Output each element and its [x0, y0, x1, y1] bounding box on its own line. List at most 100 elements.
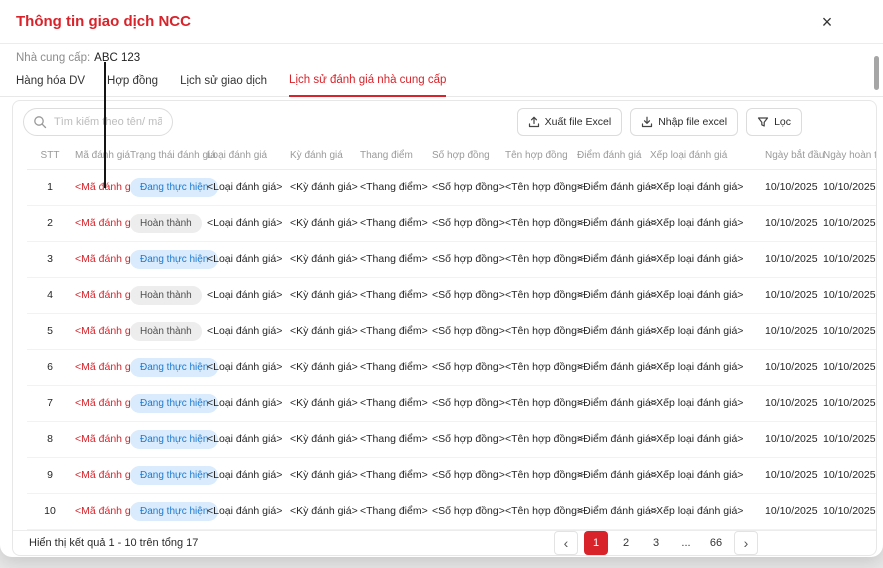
cell-start-date: 10/10/2025 [763, 205, 821, 241]
page-ellipsis: ... [674, 531, 698, 555]
status-badge: Đang thực hiện [130, 250, 218, 269]
cell-period: <Kỳ đánh giá> [288, 277, 358, 313]
cell-score: <Điểm đánh giá> [575, 457, 648, 493]
page-button-3[interactable]: 3 [644, 531, 668, 555]
cell-scale: <Thang điểm> [358, 205, 430, 241]
cell-code[interactable]: <Mã đánh giá> [73, 241, 128, 277]
cell-period: <Kỳ đánh giá> [288, 205, 358, 241]
cell-start-date: 10/10/2025 [763, 493, 821, 529]
cell-contract-name: <Tên hợp đồng> [503, 313, 575, 349]
search-icon [33, 115, 47, 129]
column-header: STT [27, 143, 73, 169]
tab-hang-hoa-dv[interactable]: Hàng hóa DV [16, 71, 85, 96]
status-badge: Đang thực hiện [130, 178, 218, 197]
cell-scale: <Thang điểm> [358, 349, 430, 385]
page-button-66[interactable]: 66 [704, 531, 728, 555]
cell-status: Đang thực hiện [128, 349, 205, 385]
table-row: 6<Mã đánh giá>Đang thực hiện<Loại đánh g… [27, 349, 876, 385]
cell-code[interactable]: <Mã đánh giá> [73, 493, 128, 529]
table-footer: Hiển thị kết quả 1 - 10 trên tổng 17 ‹12… [13, 530, 876, 556]
tab-hop-dong[interactable]: Hợp đồng [107, 71, 158, 96]
filter-icon [757, 116, 769, 128]
export-icon [528, 116, 540, 128]
cell-scale: <Thang điểm> [358, 385, 430, 421]
cell-type: <Loại đánh giá> [205, 169, 288, 205]
modal-header: Thông tin giao dịch NCC × [0, 0, 883, 44]
cell-score: <Điểm đánh giá> [575, 349, 648, 385]
column-header: Xếp loại đánh giá [648, 143, 763, 169]
table-row: 1<Mã đánh giá>Đang thực hiện<Loại đánh g… [27, 169, 876, 205]
cell-contract-name: <Tên hợp đồng> [503, 421, 575, 457]
cell-end-date: 10/10/2025 [821, 313, 876, 349]
cell-end-date: 10/10/2025 [821, 349, 876, 385]
cell-period: <Kỳ đánh giá> [288, 169, 358, 205]
column-header: Loại đánh giá [205, 143, 288, 169]
cell-score: <Điểm đánh giá> [575, 205, 648, 241]
cell-type: <Loại đánh giá> [205, 205, 288, 241]
filter-label: Lọc [774, 116, 791, 128]
scrollbar-thumb[interactable] [874, 56, 879, 90]
cell-contract-no: <Số hợp đồng> [430, 169, 503, 205]
cell-code[interactable]: <Mã đánh giá> [73, 421, 128, 457]
cell-stt: 5 [27, 313, 73, 349]
status-badge: Đang thực hiện [130, 466, 218, 485]
cell-period: <Kỳ đánh giá> [288, 385, 358, 421]
status-badge: Hoàn thành [130, 322, 202, 341]
cell-stt: 4 [27, 277, 73, 313]
cell-score: <Điểm đánh giá> [575, 385, 648, 421]
cell-scale: <Thang điểm> [358, 241, 430, 277]
cell-start-date: 10/10/2025 [763, 241, 821, 277]
cell-code[interactable]: <Mã đánh giá> [73, 457, 128, 493]
cell-code[interactable]: <Mã đánh giá> [73, 313, 128, 349]
cell-status: Đang thực hiện [128, 241, 205, 277]
tab-lich-su-giao-dich[interactable]: Lịch sử giao dịch [180, 71, 267, 96]
supplier-value: ABC 123 [94, 52, 140, 64]
cell-code[interactable]: <Mã đánh giá> [73, 205, 128, 241]
export-excel-label: Xuất file Excel [545, 116, 612, 128]
cell-stt: 2 [27, 205, 73, 241]
column-header: Điểm đánh giá [575, 143, 648, 169]
table-row: 2<Mã đánh giá>Hoàn thành<Loại đánh giá><… [27, 205, 876, 241]
cell-rating: <Xếp loại đánh giá> [648, 385, 763, 421]
cell-status: Đang thực hiện [128, 421, 205, 457]
close-icon[interactable]: × [815, 10, 839, 34]
tab-lich-su-danh-gia-ncc[interactable]: Lịch sử đánh giá nhà cung cấp [289, 70, 446, 97]
cell-contract-no: <Số hợp đồng> [430, 421, 503, 457]
cell-stt: 8 [27, 421, 73, 457]
supplier-transaction-modal: Thông tin giao dịch NCC × Nhà cung cấp:A… [0, 0, 883, 557]
export-excel-button[interactable]: Xuất file Excel [517, 108, 623, 136]
cell-contract-no: <Số hợp đồng> [430, 277, 503, 313]
cell-code[interactable]: <Mã đánh giá> [73, 277, 128, 313]
cell-end-date: 10/10/2025 [821, 205, 876, 241]
cell-contract-no: <Số hợp đồng> [430, 493, 503, 529]
cell-code[interactable]: <Mã đánh giá> [73, 169, 128, 205]
cell-start-date: 10/10/2025 [763, 421, 821, 457]
filter-button[interactable]: Lọc [746, 108, 802, 136]
cell-contract-name: <Tên hợp đồng> [503, 277, 575, 313]
next-page-button[interactable]: › [734, 531, 758, 555]
cell-type: <Loại đánh giá> [205, 277, 288, 313]
page-button-2[interactable]: 2 [614, 531, 638, 555]
supplier-row: Nhà cung cấp:ABC 123 [0, 44, 883, 64]
cell-status: Đang thực hiện [128, 457, 205, 493]
prev-page-button[interactable]: ‹ [554, 531, 578, 555]
status-badge: Đang thực hiện [130, 502, 218, 521]
cell-start-date: 10/10/2025 [763, 313, 821, 349]
cell-type: <Loại đánh giá> [205, 313, 288, 349]
cell-start-date: 10/10/2025 [763, 169, 821, 205]
cell-rating: <Xếp loại đánh giá> [648, 169, 763, 205]
cell-code[interactable]: <Mã đánh giá> [73, 385, 128, 421]
cell-stt: 6 [27, 349, 73, 385]
import-excel-button[interactable]: Nhập file excel [630, 108, 738, 136]
cell-code[interactable]: <Mã đánh giá> [73, 349, 128, 385]
cell-type: <Loại đánh giá> [205, 457, 288, 493]
page-button-1[interactable]: 1 [584, 531, 608, 555]
cell-end-date: 10/10/2025 [821, 385, 876, 421]
cell-rating: <Xếp loại đánh giá> [648, 241, 763, 277]
cell-stt: 1 [27, 169, 73, 205]
cell-rating: <Xếp loại đánh giá> [648, 313, 763, 349]
cell-contract-no: <Số hợp đồng> [430, 205, 503, 241]
cell-start-date: 10/10/2025 [763, 277, 821, 313]
status-badge: Đang thực hiện [130, 358, 218, 377]
cell-end-date: 10/10/2025 [821, 421, 876, 457]
